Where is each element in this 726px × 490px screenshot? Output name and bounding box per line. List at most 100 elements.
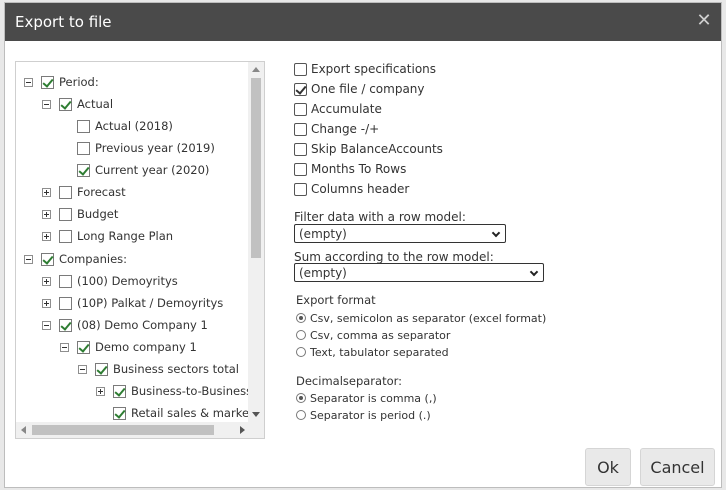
chevron-down-icon <box>529 267 539 277</box>
option-checkbox-row[interactable]: Months To Rows <box>294 160 406 178</box>
tree-item-checkbox[interactable] <box>113 384 126 398</box>
radio-option[interactable]: Csv, comma as separator <box>296 327 450 343</box>
expand-icon[interactable] <box>42 209 51 219</box>
option-label: Export specifications <box>311 62 437 76</box>
tree-item[interactable]: Actual (2018) <box>60 115 173 137</box>
horizontal-scroll-thumb[interactable] <box>32 425 214 435</box>
vertical-scroll-thumb[interactable] <box>251 78 261 258</box>
tree-item-checkbox[interactable] <box>59 296 72 310</box>
tree-item-label: Period: <box>59 75 99 89</box>
tree-item-checkbox[interactable] <box>59 185 72 199</box>
scroll-down-icon[interactable] <box>252 412 260 417</box>
collapse-icon[interactable] <box>24 254 33 264</box>
tree-vertical-scrollbar[interactable] <box>248 62 264 422</box>
tree-item[interactable]: Budget <box>42 203 118 225</box>
radio-button[interactable] <box>296 393 306 403</box>
tree-item-checkbox[interactable] <box>113 406 126 420</box>
close-icon[interactable]: ✕ <box>695 12 713 30</box>
tree-item[interactable]: Retail sales & marketing <box>96 402 264 424</box>
radio-button[interactable] <box>296 313 306 323</box>
tree-item-label: (08) Demo Company 1 <box>77 318 208 332</box>
filter-select-value: (empty) <box>299 226 347 241</box>
collapse-icon[interactable] <box>60 342 69 352</box>
tree-item[interactable]: Business-to-Business <box>96 380 252 402</box>
selection-tree: Retail sales & marketing Business-to-Busi… <box>15 61 265 439</box>
tree-item[interactable]: Period: <box>24 71 99 93</box>
option-label: Months To Rows <box>311 162 407 176</box>
expand-icon[interactable] <box>96 386 105 396</box>
scroll-left-icon[interactable] <box>21 426 26 434</box>
tree-item[interactable]: (08) Demo Company 1 <box>42 314 208 336</box>
option-checkbox-row[interactable]: Skip BalanceAccounts <box>294 140 443 158</box>
scroll-up-icon[interactable] <box>252 67 260 72</box>
dialog-title: Export to file <box>15 13 112 31</box>
tree-horizontal-scrollbar[interactable] <box>16 422 250 438</box>
tree-item[interactable]: Long Range Plan <box>42 225 173 247</box>
tree-item-checkbox[interactable] <box>41 75 54 89</box>
tree-item[interactable]: Actual <box>42 93 113 115</box>
option-checkbox[interactable] <box>294 182 307 196</box>
radio-button[interactable] <box>296 410 306 420</box>
expand-icon[interactable] <box>42 187 51 197</box>
export-format-label: Export format <box>296 293 376 307</box>
chevron-down-icon <box>491 228 501 238</box>
tree-item-checkbox[interactable] <box>95 362 108 376</box>
tree-item-label: Current year (2020) <box>95 163 210 177</box>
radio-option[interactable]: Text, tabulator separated <box>296 344 449 360</box>
collapse-icon[interactable] <box>24 77 33 87</box>
radio-option[interactable]: Separator is comma (,) <box>296 390 437 406</box>
tree-item[interactable]: (100) Demoyritys <box>42 270 178 292</box>
tree-item-checkbox[interactable] <box>59 207 72 221</box>
option-checkbox-row[interactable]: Export specifications <box>294 60 436 78</box>
filter-label: Filter data with a row model: <box>294 210 466 224</box>
tree-item-label: Companies: <box>59 252 128 266</box>
radio-button[interactable] <box>296 347 306 357</box>
option-checkbox[interactable] <box>294 122 307 136</box>
tree-item[interactable]: (10P) Palkat / Demoyritys <box>42 292 223 314</box>
tree-item[interactable]: Current year (2020) <box>60 159 209 181</box>
tree-item[interactable]: Business sectors total <box>78 358 239 380</box>
option-checkbox[interactable] <box>294 102 307 116</box>
tree-item-checkbox[interactable] <box>59 97 72 111</box>
option-checkbox[interactable] <box>294 142 307 156</box>
expand-icon[interactable] <box>42 298 51 308</box>
tree-item-checkbox[interactable] <box>59 318 72 332</box>
expand-icon[interactable] <box>42 276 51 286</box>
cancel-button[interactable]: Cancel <box>640 448 715 486</box>
option-label: Change -/+ <box>311 122 380 136</box>
option-checkbox-row[interactable]: Accumulate <box>294 100 382 118</box>
option-label: Accumulate <box>311 102 382 116</box>
option-checkbox[interactable] <box>294 82 307 96</box>
collapse-icon[interactable] <box>42 99 51 109</box>
tree-item-label: Previous year (2019) <box>95 141 215 155</box>
tree-item-checkbox[interactable] <box>77 119 90 133</box>
radio-label: Csv, semicolon as separator (excel forma… <box>310 311 547 325</box>
collapse-icon[interactable] <box>78 364 87 374</box>
option-checkbox[interactable] <box>294 62 307 76</box>
ok-button[interactable]: Ok <box>585 448 631 486</box>
filter-row-model-select[interactable]: (empty) <box>294 224 506 243</box>
tree-item-checkbox[interactable] <box>77 163 90 177</box>
tree-item[interactable]: Previous year (2019) <box>60 137 215 159</box>
tree-item-checkbox[interactable] <box>41 252 54 266</box>
radio-option[interactable]: Separator is period (.) <box>296 407 431 423</box>
scroll-right-icon[interactable] <box>240 426 245 434</box>
tree-item-label: Business sectors total <box>113 362 239 376</box>
sum-row-model-select[interactable]: (empty) <box>294 263 544 282</box>
export-dialog: Export to file ✕ Retail sales & marketin… <box>4 2 722 488</box>
collapse-icon[interactable] <box>42 320 51 330</box>
tree-item[interactable]: Companies: <box>24 248 127 270</box>
tree-item[interactable]: Demo company 1 <box>60 336 197 358</box>
expand-icon[interactable] <box>42 231 51 241</box>
radio-button[interactable] <box>296 330 306 340</box>
tree-item-checkbox[interactable] <box>59 229 72 243</box>
tree-item-checkbox[interactable] <box>77 141 90 155</box>
tree-item[interactable]: Forecast <box>42 181 126 203</box>
tree-item-checkbox[interactable] <box>59 274 72 288</box>
option-checkbox-row[interactable]: Change -/+ <box>294 120 379 138</box>
option-checkbox-row[interactable]: One file / company <box>294 80 425 98</box>
radio-option[interactable]: Csv, semicolon as separator (excel forma… <box>296 310 546 326</box>
option-checkbox-row[interactable]: Columns header <box>294 180 409 198</box>
option-checkbox[interactable] <box>294 162 307 176</box>
tree-item-checkbox[interactable] <box>77 340 90 354</box>
